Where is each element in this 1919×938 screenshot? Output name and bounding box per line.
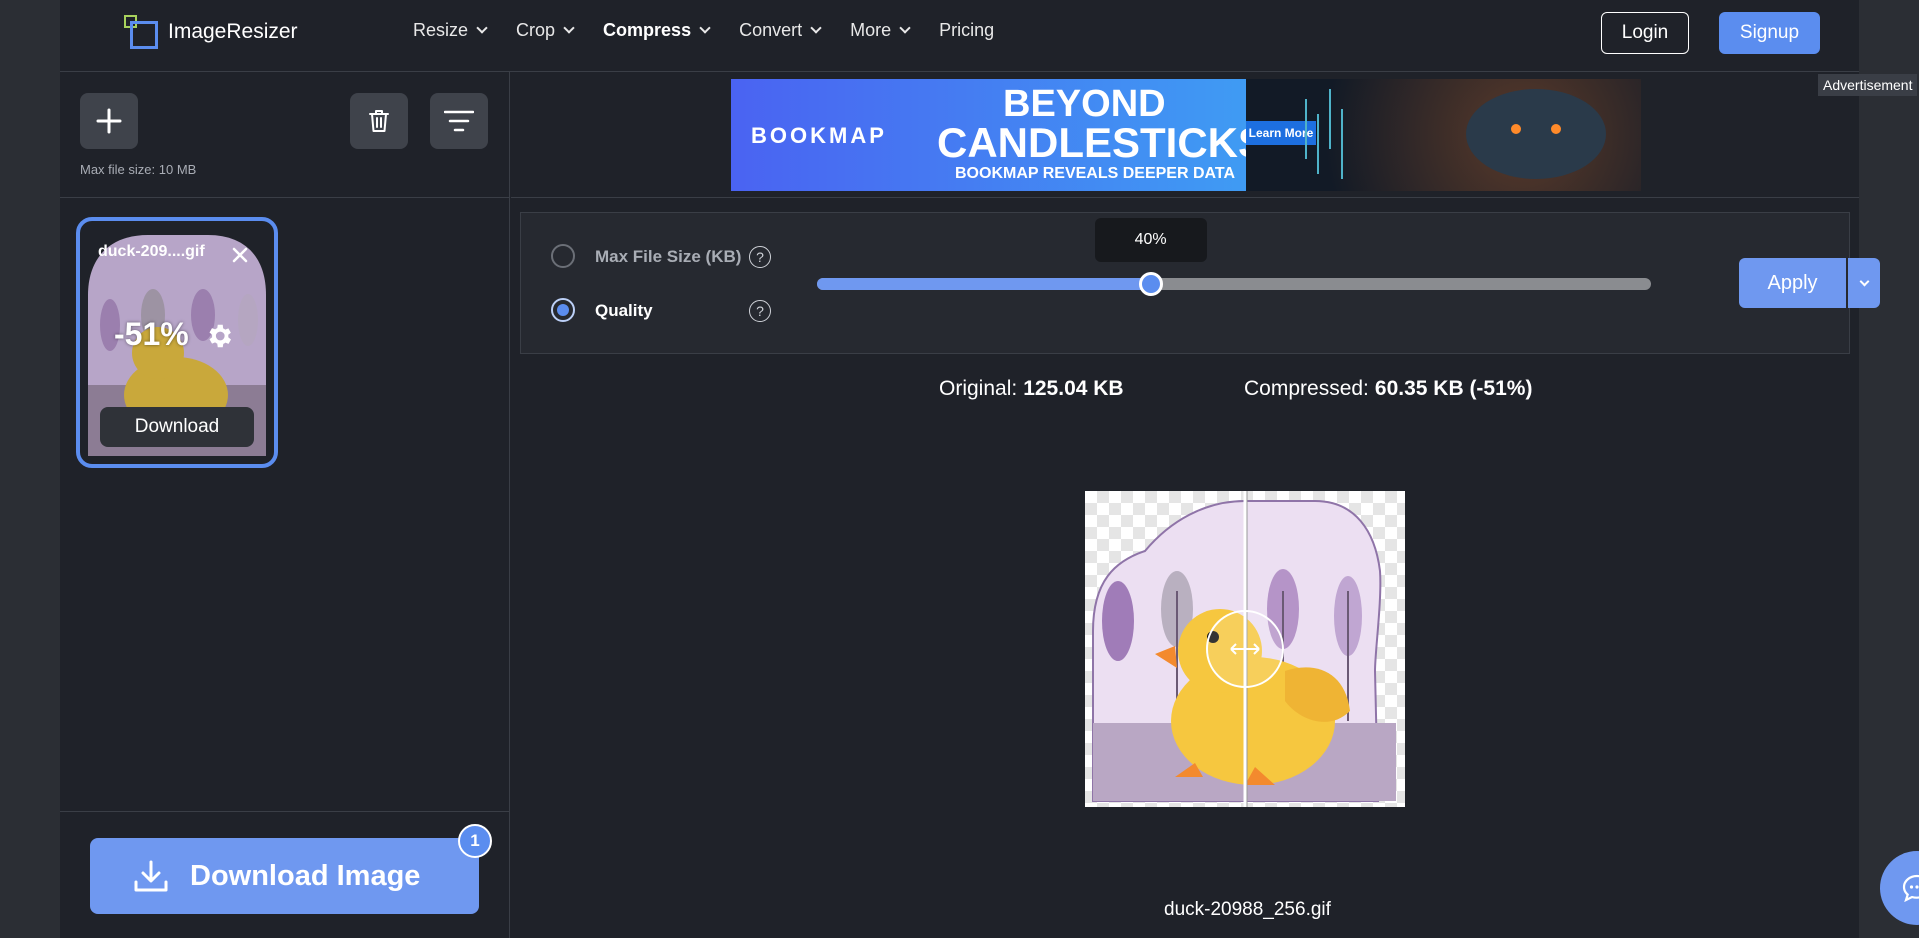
max-size-help-icon[interactable]: ? bbox=[749, 246, 771, 268]
ad-image: Learn More bbox=[1246, 79, 1641, 191]
chevron-down-icon bbox=[476, 22, 488, 34]
quality-slider[interactable] bbox=[817, 272, 1651, 296]
original-size-value: 125.04 KB bbox=[1023, 377, 1124, 400]
file-settings-button[interactable] bbox=[204, 321, 234, 356]
preview-filename: duck-20988_256.gif bbox=[1164, 899, 1331, 920]
max-size-radio[interactable] bbox=[551, 244, 575, 268]
download-footer: Download Image 1 bbox=[60, 811, 510, 938]
original-size: Original: 125.04 KB bbox=[939, 377, 1124, 401]
download-icon bbox=[134, 860, 168, 892]
quality-radio[interactable] bbox=[551, 298, 575, 322]
quality-value-tooltip: 40% bbox=[1094, 218, 1207, 262]
delete-all-button[interactable] bbox=[350, 93, 408, 149]
filter-icon bbox=[444, 110, 474, 132]
nav-label: Compress bbox=[603, 20, 692, 40]
trash-icon bbox=[369, 110, 389, 132]
quality-help-icon[interactable]: ? bbox=[749, 300, 771, 322]
slider-fill bbox=[817, 278, 1151, 290]
nav-pricing[interactable]: Pricing bbox=[939, 20, 994, 41]
file-count-badge: 1 bbox=[458, 824, 492, 858]
ad-area: BOOKMAP BEYOND CANDLESTICKS BOOKMAP REVE… bbox=[511, 72, 1918, 198]
close-icon bbox=[232, 247, 248, 263]
download-image-button[interactable]: Download Image bbox=[90, 838, 479, 914]
gear-icon bbox=[209, 324, 231, 348]
apply-button[interactable]: Apply bbox=[1739, 258, 1846, 308]
chevron-down-icon bbox=[810, 22, 822, 34]
compressed-size: Compressed: 60.35 KB (-51%) bbox=[1244, 377, 1532, 401]
file-toolbar: Max file size: 10 MB bbox=[60, 72, 510, 198]
ad-left: BOOKMAP BEYOND CANDLESTICKS BOOKMAP REVE… bbox=[731, 79, 1266, 191]
quality-label: Quality bbox=[595, 301, 653, 320]
original-size-label: Original: bbox=[939, 377, 1018, 400]
nav-label: More bbox=[850, 20, 892, 40]
file-name: duck-209....gif bbox=[98, 243, 205, 260]
chevron-down-icon bbox=[1859, 276, 1869, 286]
ad-banner[interactable]: BOOKMAP BEYOND CANDLESTICKS BOOKMAP REVE… bbox=[731, 79, 1641, 191]
nav-more[interactable]: More bbox=[850, 20, 911, 41]
image-comparison[interactable] bbox=[1085, 491, 1405, 807]
ad-headline-2: CANDLESTICKS bbox=[937, 119, 1267, 166]
brand-name: ImageResizer bbox=[168, 20, 298, 43]
main-nav: Resize Crop Compress Convert More Pricin… bbox=[413, 20, 1024, 41]
chat-icon bbox=[1902, 874, 1919, 902]
app: ImageResizer Resize Crop Compress Conver… bbox=[60, 0, 1919, 938]
max-size-label: Max File Size (KB) bbox=[595, 247, 742, 266]
plus-icon bbox=[96, 108, 122, 134]
filter-button[interactable] bbox=[430, 93, 488, 149]
file-card[interactable]: duck-209....gif -51% Download bbox=[76, 217, 278, 468]
compressed-size-value: 60.35 KB (-51%) bbox=[1374, 377, 1533, 400]
chevron-down-icon bbox=[899, 22, 911, 34]
duck-preview-image bbox=[1092, 491, 1396, 807]
logo[interactable]: ImageResizer bbox=[124, 15, 298, 49]
nav-label: Crop bbox=[516, 20, 556, 40]
chevron-down-icon bbox=[563, 22, 575, 34]
top-header: ImageResizer Resize Crop Compress Conver… bbox=[60, 0, 1859, 72]
apply-dropdown-button[interactable] bbox=[1848, 258, 1880, 308]
reduction-percent: -51% bbox=[114, 316, 189, 352]
max-file-size-note: Max file size: 10 MB bbox=[80, 162, 197, 177]
add-file-button[interactable] bbox=[80, 93, 138, 149]
compressed-size-label: Compressed: bbox=[1244, 377, 1369, 400]
ad-brand: BOOKMAP bbox=[751, 123, 887, 148]
nav-crop[interactable]: Crop bbox=[516, 20, 575, 41]
chat-button[interactable] bbox=[1880, 851, 1919, 925]
nav-label: Resize bbox=[413, 20, 469, 40]
logo-icon bbox=[124, 15, 158, 49]
nav-resize[interactable]: Resize bbox=[413, 20, 488, 41]
chevron-down-icon bbox=[699, 22, 711, 34]
slider-handle[interactable] bbox=[1138, 272, 1163, 296]
nav-convert[interactable]: Convert bbox=[739, 20, 822, 41]
ad-label: Advertisement bbox=[1818, 74, 1918, 96]
login-button[interactable]: Login bbox=[1601, 12, 1689, 54]
signup-button[interactable]: Signup bbox=[1719, 12, 1820, 54]
ad-subline: BOOKMAP REVEALS DEEPER DATA bbox=[955, 165, 1236, 182]
file-panel: Max file size: 10 MB duck-209....gif -51… bbox=[60, 72, 510, 938]
ad-chart-graphic bbox=[1305, 89, 1606, 179]
download-image-label: Download Image bbox=[190, 859, 421, 892]
nav-compress[interactable]: Compress bbox=[603, 20, 711, 41]
nav-label: Pricing bbox=[939, 20, 995, 40]
remove-file-button[interactable] bbox=[232, 241, 248, 269]
file-download-button[interactable]: Download bbox=[100, 407, 254, 447]
compression-settings: Max File Size (KB) ? Quality ? 40% Apply bbox=[520, 212, 1880, 354]
nav-label: Convert bbox=[739, 20, 803, 40]
